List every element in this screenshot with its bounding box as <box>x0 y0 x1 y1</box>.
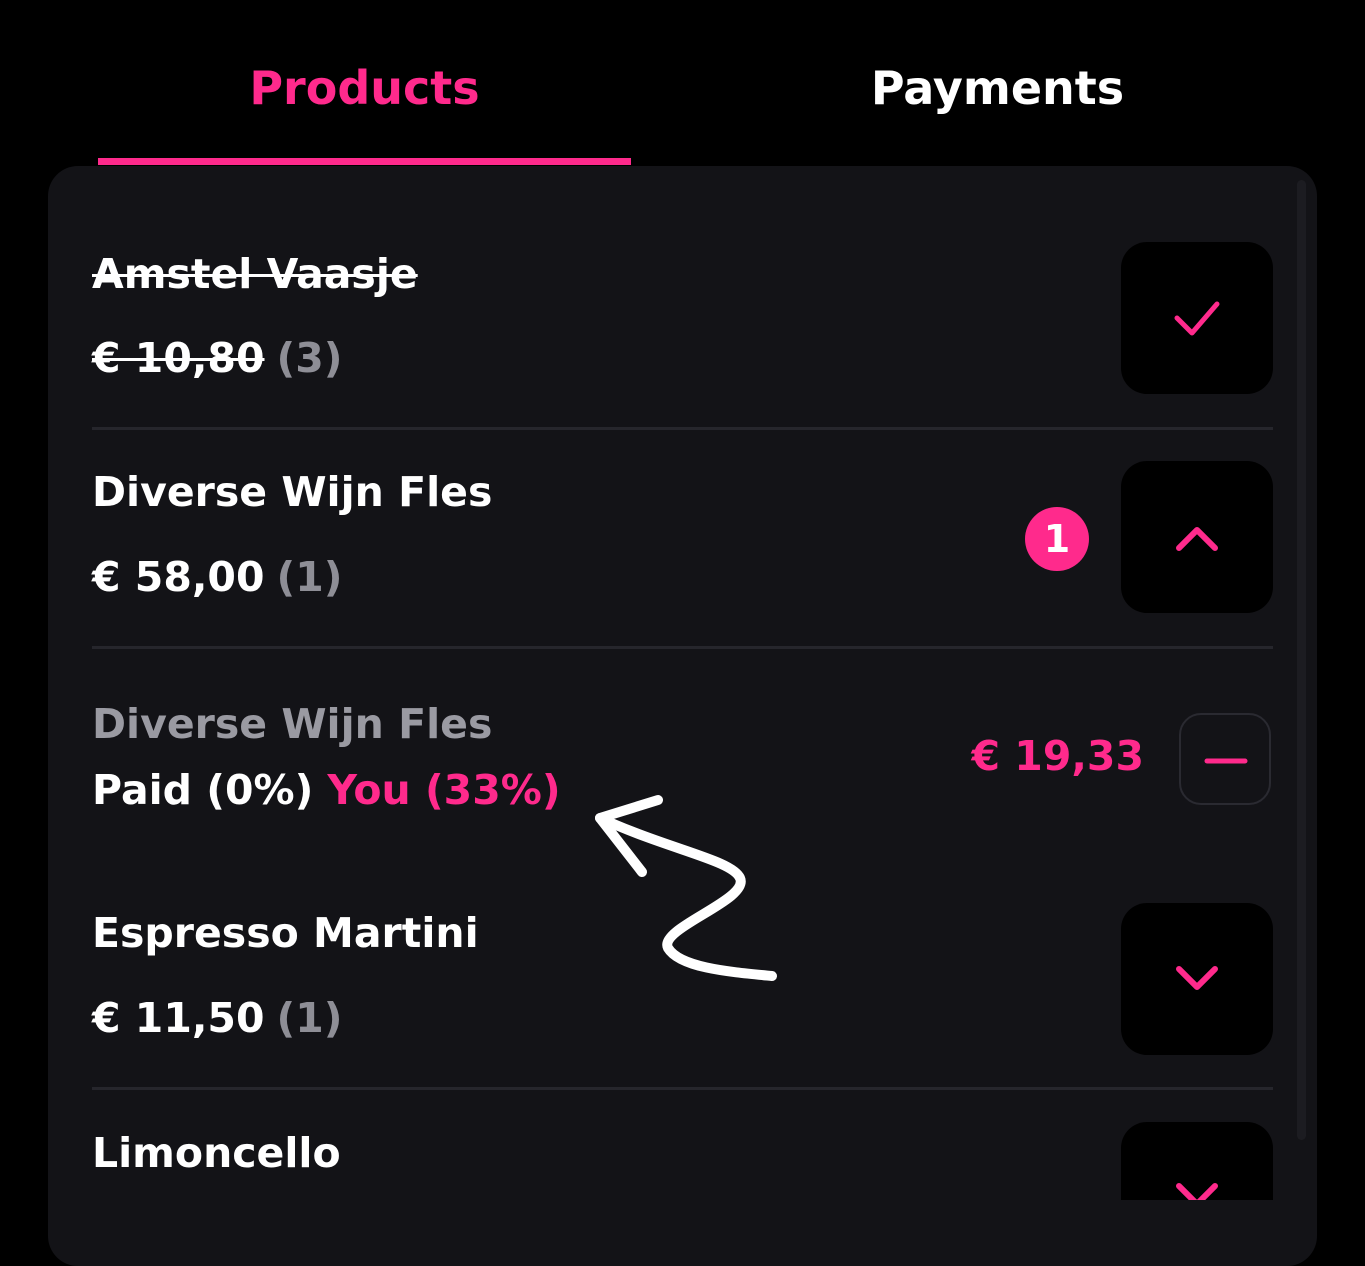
product-price-line: € 58,00 (1) <box>92 553 343 601</box>
split-share-line: Paid (0%) You (33%) <box>92 766 561 814</box>
product-name: Amstel Vaasje <box>92 250 418 298</box>
chevron-up-icon <box>1176 527 1218 551</box>
paid-share: Paid (0%) <box>92 766 314 814</box>
collapse-button[interactable] <box>1121 461 1273 613</box>
product-qty: (1) <box>276 994 343 1042</box>
product-price-line: € 10,80 (3) <box>92 334 343 382</box>
product-qty: (1) <box>276 553 343 601</box>
product-price: € 58,00 <box>92 553 265 601</box>
product-price: € 10,80 <box>92 334 265 382</box>
split-item-name: Diverse Wijn Fles <box>92 700 493 748</box>
scrollbar[interactable] <box>1297 180 1306 1140</box>
chevron-down-icon <box>1176 966 1218 990</box>
completed-toggle-button[interactable] <box>1121 242 1273 394</box>
chevron-down-icon <box>1176 1183 1218 1200</box>
divider <box>92 427 1273 430</box>
minus-icon <box>1204 758 1248 764</box>
expand-button[interactable] <box>1121 903 1273 1055</box>
selected-count-badge: 1 <box>1025 507 1089 571</box>
product-name: Espresso Martini <box>92 909 479 957</box>
divider <box>92 1087 1273 1090</box>
annotation-arrow-icon <box>595 795 777 981</box>
product-price: € 11,50 <box>92 994 265 1042</box>
expand-button[interactable] <box>1121 1122 1273 1200</box>
remove-share-button[interactable] <box>1179 713 1271 805</box>
active-tab-indicator <box>98 158 631 165</box>
your-share: You (33%) <box>327 766 561 814</box>
product-price-line: € 11,50 (1) <box>92 994 343 1042</box>
tab-bar: Products Payments <box>0 0 1365 166</box>
product-qty: (3) <box>276 334 343 382</box>
tab-payments[interactable]: Payments <box>731 56 1264 120</box>
product-name: Diverse Wijn Fles <box>92 468 493 516</box>
tab-products[interactable]: Products <box>98 56 631 120</box>
check-icon <box>1174 301 1220 336</box>
product-name: Limoncello <box>92 1129 341 1177</box>
split-amount: € 19,33 <box>971 732 1145 780</box>
divider <box>92 646 1273 649</box>
